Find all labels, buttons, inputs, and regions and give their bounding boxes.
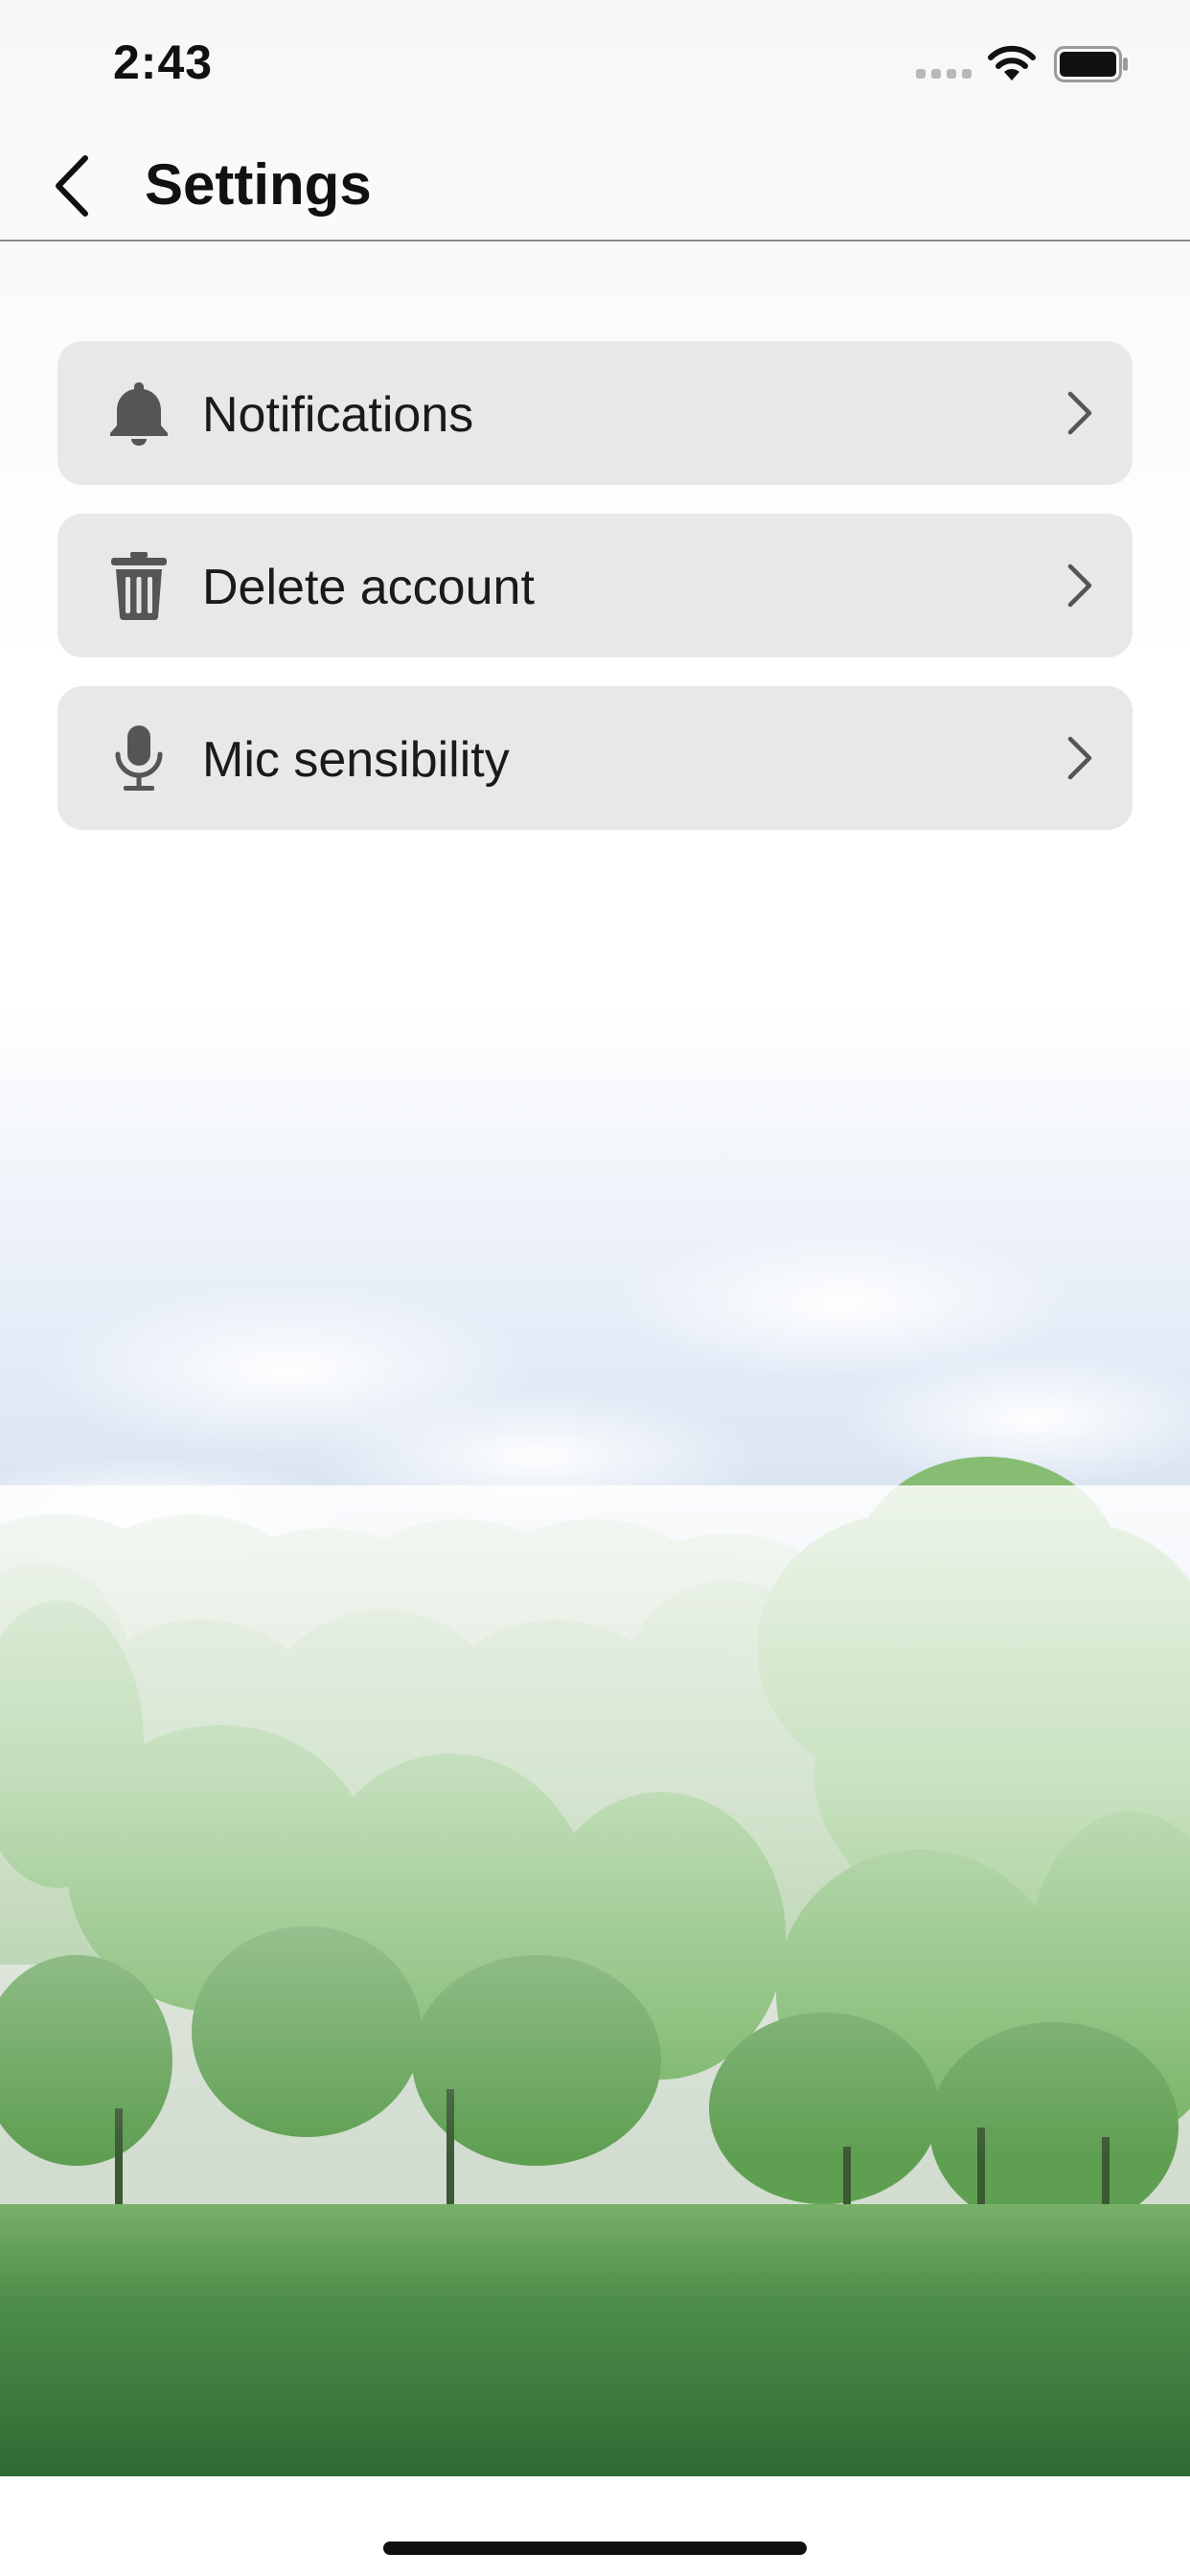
chevron-left-icon bbox=[56, 155, 88, 217]
page-title: Settings bbox=[145, 152, 372, 217]
battery-icon bbox=[1054, 46, 1128, 82]
microphone-icon bbox=[105, 724, 172, 792]
bell-icon bbox=[105, 380, 172, 447]
chevron-right-icon bbox=[1067, 564, 1092, 608]
status-bar: 2:43 bbox=[0, 0, 1190, 130]
home-indicator[interactable] bbox=[383, 2542, 807, 2555]
settings-row-label: Notifications bbox=[202, 387, 474, 443]
settings-row-label: Mic sensibility bbox=[202, 732, 510, 788]
settings-list: Notifications Delete account Mic sensibi… bbox=[57, 341, 1133, 859]
settings-row-label: Delete account bbox=[202, 560, 535, 615]
home-indicator-area bbox=[0, 2476, 1190, 2576]
settings-row-notifications[interactable]: Notifications bbox=[57, 341, 1133, 485]
settings-row-mic-sensibility[interactable]: Mic sensibility bbox=[57, 686, 1133, 830]
cellular-signal-icon bbox=[916, 69, 972, 79]
chevron-right-icon bbox=[1067, 391, 1092, 435]
trash-icon bbox=[105, 552, 172, 621]
chevron-right-icon bbox=[1067, 736, 1092, 780]
status-time: 2:43 bbox=[113, 35, 214, 89]
settings-row-delete-account[interactable]: Delete account bbox=[57, 514, 1133, 657]
wifi-icon bbox=[988, 45, 1036, 80]
back-button[interactable] bbox=[38, 150, 105, 222]
navigation-bar: Settings bbox=[0, 130, 1190, 242]
